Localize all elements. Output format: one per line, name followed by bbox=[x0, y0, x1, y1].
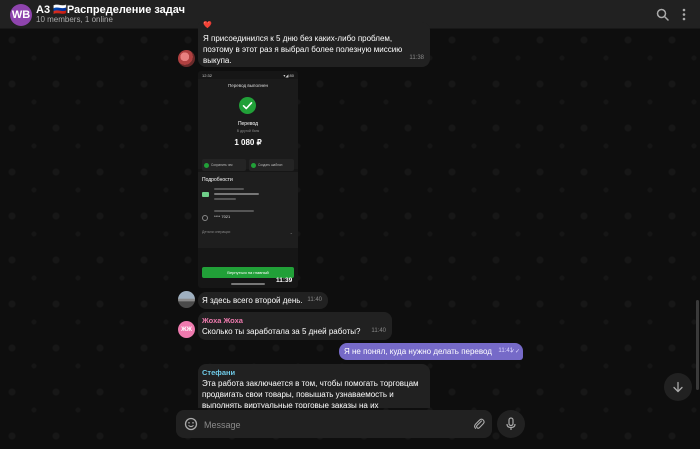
screenshot-status-icons: ▾◢ 80 bbox=[283, 73, 294, 78]
attach-icon[interactable] bbox=[472, 417, 486, 431]
sender-avatar[interactable] bbox=[178, 291, 195, 308]
sender-name[interactable]: Жоха Жоха bbox=[202, 315, 243, 326]
search-icon[interactable] bbox=[654, 6, 670, 22]
sender-name[interactable]: Стефани bbox=[202, 367, 235, 378]
message-time: 11:38 bbox=[409, 55, 424, 61]
transfer-screenshot-image[interactable]: 12:32 ▾◢ 80 Перевод выполнен Перевод В д… bbox=[198, 71, 298, 288]
detail-line bbox=[214, 193, 259, 195]
screenshot-details: Подробности **** 7021 Детали операции ⌄ bbox=[198, 172, 298, 248]
message-time: 11:40 bbox=[371, 328, 386, 334]
screenshot-amount: 1 080 ₽ bbox=[234, 138, 262, 147]
microphone-button[interactable] bbox=[497, 410, 525, 438]
message-time: 11:40 bbox=[307, 297, 322, 303]
screenshot-status-time: 12:32 bbox=[202, 73, 213, 78]
message-input[interactable] bbox=[202, 416, 466, 434]
check-icon bbox=[239, 97, 256, 114]
read-checkmarks-icon: ✓✓ bbox=[509, 349, 520, 355]
sender-avatar[interactable] bbox=[178, 50, 195, 67]
message-text: Я здесь всего второй день. bbox=[202, 296, 303, 305]
info-icon bbox=[202, 215, 208, 221]
detail-line bbox=[214, 188, 244, 190]
screenshot-transfer-label: Перевод bbox=[237, 121, 259, 127]
screenshot-action-label: Создать шаблон bbox=[258, 163, 283, 167]
microphone-icon bbox=[506, 417, 516, 430]
reaction-heart-icon[interactable]: ❤️ bbox=[203, 22, 212, 29]
sender-avatar[interactable]: ЖЖ bbox=[178, 321, 195, 338]
detail-line bbox=[214, 198, 236, 200]
image-time: 11:39 bbox=[276, 277, 293, 284]
scroll-down-button[interactable] bbox=[664, 373, 692, 401]
message-text: Я присоединился к 5 дню без каких-либо п… bbox=[203, 34, 403, 65]
receipt-icon bbox=[204, 162, 209, 168]
screenshot-bank-label: В другой банк bbox=[236, 129, 260, 133]
arrow-down-icon bbox=[673, 381, 683, 393]
screenshot-save-receipt: Сохранить чек bbox=[202, 159, 246, 171]
screenshot-create-template: Создать шаблон bbox=[249, 159, 294, 171]
message-text: Эта работа заключается в том, чтобы помо… bbox=[202, 379, 419, 408]
group-avatar[interactable]: WB bbox=[10, 4, 32, 26]
screenshot-operation-details: Детали операции bbox=[202, 230, 231, 234]
group-member-count: 10 members, 1 online bbox=[36, 15, 113, 24]
chevron-down-icon: ⌄ bbox=[289, 230, 293, 235]
message-bubble[interactable]: Стефани Эта работа заключается в том, чт… bbox=[198, 364, 430, 408]
message-bubble[interactable]: Я здесь всего второй день. 11:40 bbox=[198, 292, 328, 309]
detail-line bbox=[214, 210, 254, 212]
message-text: Я не понял, куда нужно делать перевод bbox=[344, 347, 492, 356]
screenshot-details-title: Подробности bbox=[202, 177, 233, 183]
screenshot-summary: Перевод выполнен Перевод В другой банк 1… bbox=[198, 79, 298, 171]
screenshot-action-label: Сохранить чек bbox=[211, 163, 233, 167]
emoji-icon[interactable] bbox=[184, 417, 198, 431]
card-icon bbox=[202, 192, 209, 197]
chat-scrollbar[interactable] bbox=[696, 300, 699, 390]
message-composer[interactable] bbox=[176, 410, 492, 438]
screenshot-card-number: **** 7021 bbox=[214, 214, 231, 219]
template-icon bbox=[251, 162, 256, 168]
screenshot-home-indicator bbox=[231, 283, 265, 285]
message-text: Сколько ты заработала за 5 дней работы? bbox=[202, 327, 361, 336]
outgoing-message-bubble[interactable]: Я не понял, куда нужно делать перевод 11… bbox=[339, 343, 523, 360]
message-bubble[interactable]: Жоха Жоха Сколько ты заработала за 5 дне… bbox=[198, 312, 392, 340]
more-vertical-icon[interactable] bbox=[676, 6, 692, 22]
screenshot-title: Перевод выполнен bbox=[228, 83, 268, 88]
message-bubble[interactable]: ❤️ Я присоединился к 5 дню без каких-либ… bbox=[198, 22, 430, 67]
